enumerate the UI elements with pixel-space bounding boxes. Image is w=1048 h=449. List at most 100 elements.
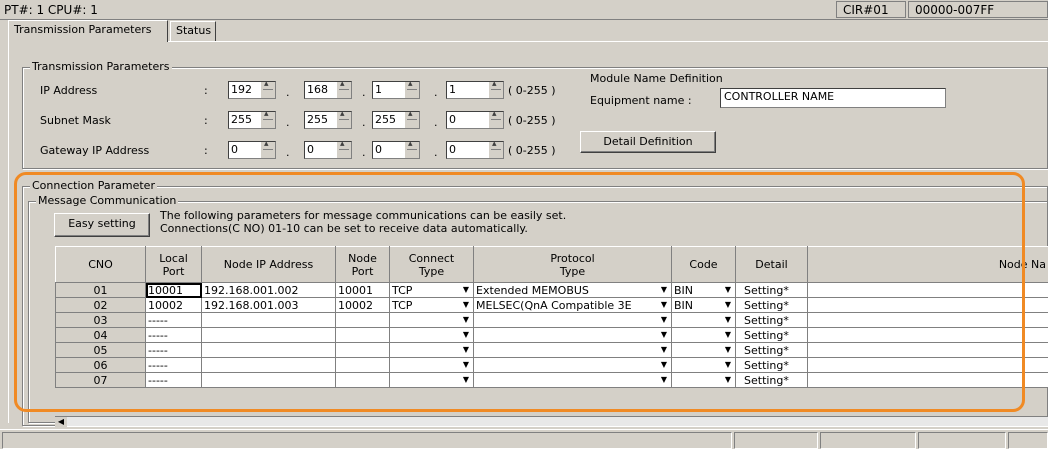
cell-code[interactable]: ▼ (672, 358, 736, 373)
gateway-octet-4[interactable]: 0 (446, 141, 504, 159)
cell-connect-type[interactable]: ▼ (390, 358, 474, 373)
gateway-octet-1[interactable]: 0 (228, 141, 276, 159)
cell-connect-type[interactable]: ▼ (390, 373, 474, 388)
cell-node-port[interactable] (336, 328, 390, 343)
cell-connect-type[interactable]: ▼ (390, 313, 474, 328)
cell-node-name[interactable] (808, 343, 1048, 358)
dropdown-arrow-icon[interactable]: ▼ (460, 284, 472, 296)
dropdown-arrow-icon[interactable]: ▼ (460, 344, 472, 356)
subnet-octet-2[interactable]: 255 (304, 111, 352, 129)
tab-status[interactable]: Status (170, 21, 216, 41)
spin-icon[interactable] (260, 82, 275, 98)
dropdown-arrow-icon[interactable]: ▼ (658, 314, 670, 326)
cell-node-port[interactable] (336, 343, 390, 358)
table-row[interactable]: 05-----▼▼▼Setting* (56, 343, 1048, 358)
cell-code[interactable]: ▼ (672, 343, 736, 358)
cell-code[interactable]: ▼ (672, 328, 736, 343)
dropdown-arrow-icon[interactable]: ▼ (722, 284, 734, 296)
dropdown-arrow-icon[interactable]: ▼ (658, 284, 670, 296)
spin-icon[interactable] (260, 112, 275, 128)
equipment-name-input[interactable]: CONTROLLER NAME (720, 88, 946, 108)
ip-octet-3[interactable]: 1 (372, 81, 420, 99)
cell-code[interactable]: BIN▼ (672, 283, 736, 298)
cell-local-port[interactable]: ----- (146, 358, 202, 373)
subnet-octet-1[interactable]: 255 (228, 111, 276, 129)
dropdown-arrow-icon[interactable]: ▼ (722, 299, 734, 311)
dropdown-arrow-icon[interactable]: ▼ (658, 299, 670, 311)
cell-code[interactable]: ▼ (672, 373, 736, 388)
dropdown-arrow-icon[interactable]: ▼ (658, 374, 670, 386)
cell-detail[interactable]: Setting* (736, 373, 808, 388)
spin-icon[interactable] (404, 112, 419, 128)
dropdown-arrow-icon[interactable]: ▼ (460, 314, 472, 326)
cell-node-name[interactable] (808, 373, 1048, 388)
cell-connect-type[interactable]: ▼ (390, 328, 474, 343)
scroll-left-icon[interactable]: ◀ (55, 417, 67, 427)
cell-protocol-type[interactable]: ▼ (474, 358, 672, 373)
cell-local-port[interactable]: ----- (146, 373, 202, 388)
cell-node-name[interactable] (808, 298, 1048, 313)
cell-node-ip[interactable] (202, 343, 336, 358)
cell-protocol-type[interactable]: Extended MEMOBUS▼ (474, 283, 672, 298)
cell-detail[interactable]: Setting* (736, 313, 808, 328)
cell-protocol-type[interactable]: ▼ (474, 343, 672, 358)
cell-node-port[interactable]: 10002 (336, 298, 390, 313)
gateway-octet-2[interactable]: 0 (304, 141, 352, 159)
ip-octet-1[interactable]: 192 (228, 81, 276, 99)
table-row[interactable]: 0210002192.168.001.00310002TCP▼MELSEC(Qn… (56, 298, 1048, 313)
cell-node-ip[interactable] (202, 313, 336, 328)
cell-local-port[interactable]: ----- (146, 343, 202, 358)
dropdown-arrow-icon[interactable]: ▼ (460, 374, 472, 386)
cell-connect-type[interactable]: ▼ (390, 343, 474, 358)
cell-node-ip[interactable]: 192.168.001.002 (202, 283, 336, 298)
cell-local-port[interactable]: ----- (146, 328, 202, 343)
cell-node-port[interactable] (336, 373, 390, 388)
dropdown-arrow-icon[interactable]: ▼ (722, 359, 734, 371)
cell-detail[interactable]: Setting* (736, 298, 808, 313)
spin-icon[interactable] (488, 82, 503, 98)
subnet-octet-4[interactable]: 0 (446, 111, 504, 129)
cell-protocol-type[interactable]: MELSEC(QnA Compatible 3E▼ (474, 298, 672, 313)
dropdown-arrow-icon[interactable]: ▼ (460, 359, 472, 371)
cell-node-ip[interactable] (202, 358, 336, 373)
table-row[interactable]: 0110001192.168.001.00210001TCP▼Extended … (56, 283, 1048, 298)
cell-node-name[interactable] (808, 358, 1048, 373)
dropdown-arrow-icon[interactable]: ▼ (722, 374, 734, 386)
spin-icon[interactable] (336, 82, 351, 98)
subnet-octet-3[interactable]: 255 (372, 111, 420, 129)
cell-node-name[interactable] (808, 283, 1048, 298)
dropdown-arrow-icon[interactable]: ▼ (722, 329, 734, 341)
cell-node-name[interactable] (808, 313, 1048, 328)
cell-local-port[interactable]: 10002 (146, 298, 202, 313)
cell-detail[interactable]: Setting* (736, 328, 808, 343)
tab-transmission-parameters[interactable]: Transmission Parameters (8, 20, 168, 42)
cell-node-port[interactable]: 10001 (336, 283, 390, 298)
gateway-octet-3[interactable]: 0 (372, 141, 420, 159)
cell-node-port[interactable] (336, 358, 390, 373)
cell-protocol-type[interactable]: ▼ (474, 328, 672, 343)
dropdown-arrow-icon[interactable]: ▼ (460, 329, 472, 341)
grid-horizontal-scrollbar[interactable]: ◀ (55, 416, 1048, 426)
dropdown-arrow-icon[interactable]: ▼ (658, 329, 670, 341)
cell-connect-type[interactable]: TCP▼ (390, 298, 474, 313)
spin-icon[interactable] (336, 112, 351, 128)
cell-detail[interactable]: Setting* (736, 358, 808, 373)
ip-octet-2[interactable]: 168 (304, 81, 352, 99)
spin-icon[interactable] (404, 142, 419, 158)
cell-node-ip[interactable] (202, 373, 336, 388)
cell-node-port[interactable] (336, 313, 390, 328)
cell-connect-type[interactable]: TCP▼ (390, 283, 474, 298)
table-row[interactable]: 06-----▼▼▼Setting* (56, 358, 1048, 373)
table-row[interactable]: 03-----▼▼▼Setting* (56, 313, 1048, 328)
cell-detail[interactable]: Setting* (736, 283, 808, 298)
cell-node-ip[interactable]: 192.168.001.003 (202, 298, 336, 313)
spin-icon[interactable] (336, 142, 351, 158)
spin-icon[interactable] (260, 142, 275, 158)
cell-protocol-type[interactable]: ▼ (474, 373, 672, 388)
spin-icon[interactable] (488, 112, 503, 128)
cell-code[interactable]: BIN▼ (672, 298, 736, 313)
easy-setting-button[interactable]: Easy setting (54, 213, 150, 237)
cell-node-ip[interactable] (202, 328, 336, 343)
cell-detail[interactable]: Setting* (736, 343, 808, 358)
table-row[interactable]: 07-----▼▼▼Setting* (56, 373, 1048, 388)
